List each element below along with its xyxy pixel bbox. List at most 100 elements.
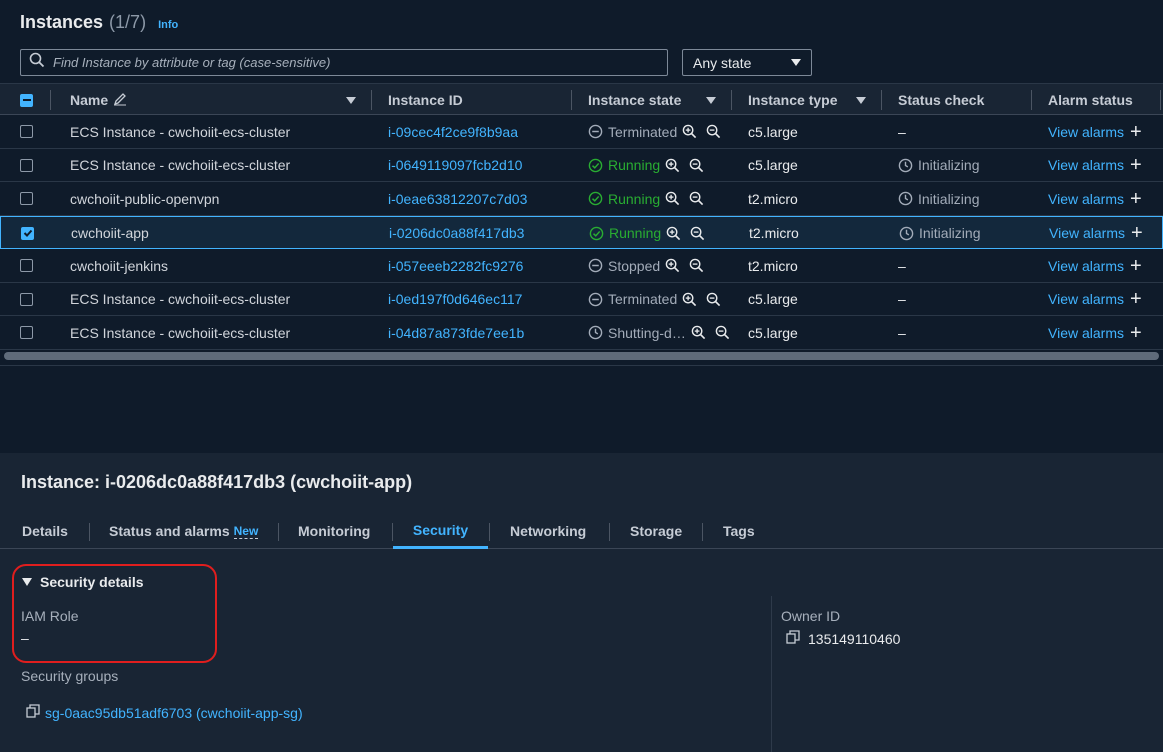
view-alarms-link[interactable]: View alarms [1049, 225, 1125, 241]
new-badge: New [233, 523, 259, 539]
row-checkbox-cell[interactable] [20, 149, 33, 182]
zoom-in-icon[interactable] [682, 124, 697, 139]
tab-details[interactable]: Details [22, 513, 68, 549]
column-header-status-check[interactable]: Status check [898, 84, 984, 116]
instance-state: Shutting-d… [588, 325, 686, 341]
sort-name-icon[interactable] [346, 84, 356, 116]
instances-table: Name Instance ID Instance state Instance… [0, 83, 1163, 350]
search-box[interactable] [20, 49, 668, 76]
row-checkbox-cell[interactable] [20, 182, 33, 215]
row-checkbox[interactable] [20, 326, 33, 339]
plus-icon[interactable]: + [1130, 155, 1142, 175]
zoom-out-icon[interactable] [706, 292, 721, 307]
plus-icon[interactable]: + [1131, 223, 1143, 243]
row-checkbox[interactable] [20, 192, 33, 205]
column-header-name[interactable]: Name [70, 84, 127, 116]
zoom-in-icon[interactable] [665, 191, 680, 206]
instance-id-link[interactable]: i-0ed197f0d646ec117 [388, 283, 522, 316]
tab-tags[interactable]: Tags [723, 513, 755, 549]
plus-icon[interactable]: + [1130, 289, 1142, 309]
copy-icon[interactable] [26, 704, 40, 721]
zoom-out-icon[interactable] [689, 158, 704, 173]
plus-icon[interactable]: + [1130, 122, 1142, 142]
view-alarms-link[interactable]: View alarms [1048, 291, 1124, 307]
column-header-alarm-status[interactable]: Alarm status [1048, 84, 1133, 116]
row-checkbox[interactable] [20, 259, 33, 272]
zoom-in-icon[interactable] [665, 258, 680, 273]
copy-icon[interactable] [786, 630, 800, 647]
zoom-in-icon[interactable] [691, 325, 706, 340]
plus-icon[interactable]: + [1130, 189, 1142, 209]
row-checkbox[interactable] [21, 226, 34, 240]
instance-id-link[interactable]: i-057eeeb2282fc9276 [388, 249, 523, 282]
instance-state-cell: Terminated [588, 283, 721, 316]
instance-state-cell: Terminated [588, 115, 721, 148]
table-row[interactable]: ECS Instance - cwchoiit-ecs-cluster i-09… [0, 115, 1163, 149]
row-checkbox-cell[interactable] [20, 249, 33, 282]
alarm-status-cell: View alarms + [1048, 316, 1142, 349]
table-header: Name Instance ID Instance state Instance… [0, 83, 1163, 115]
tab-monitoring[interactable]: Monitoring [298, 513, 370, 549]
plus-icon[interactable]: + [1130, 256, 1142, 276]
zoom-out-icon[interactable] [706, 124, 721, 139]
state-filter-select[interactable]: Any state [682, 49, 812, 76]
row-checkbox[interactable] [20, 292, 33, 306]
row-checkbox[interactable] [20, 158, 33, 172]
zoom-out-icon[interactable] [715, 325, 730, 340]
plus-icon[interactable]: + [1130, 323, 1142, 343]
instance-name: ECS Instance - cwchoiit-ecs-cluster [70, 157, 291, 173]
table-row[interactable]: cwchoiit-app i-0206dc0a88f417db3 Running… [0, 215, 1163, 250]
instance-name: ECS Instance - cwchoiit-ecs-cluster [70, 324, 291, 341]
row-checkbox-cell[interactable] [20, 115, 33, 148]
zoom-out-icon[interactable] [689, 191, 704, 206]
zoom-out-icon[interactable] [689, 258, 704, 273]
instance-id-link[interactable]: i-0649119097fcb2d10 [388, 149, 522, 182]
select-all-cell[interactable] [20, 84, 33, 116]
row-checkbox-cell[interactable] [20, 283, 33, 316]
column-header-instance-id[interactable]: Instance ID [388, 84, 463, 116]
table-row[interactable]: cwchoiit-jenkins i-057eeeb2282fc9276 Sto… [0, 249, 1163, 283]
view-alarms-link[interactable]: View alarms [1048, 157, 1124, 173]
table-row[interactable]: ECS Instance - cwchoiit-ecs-cluster i-04… [0, 316, 1163, 350]
view-alarms-link[interactable]: View alarms [1048, 325, 1124, 341]
title-row: Instances (1/7) Info [20, 12, 178, 33]
search-input[interactable] [53, 55, 667, 70]
info-link[interactable]: Info [158, 19, 178, 31]
tab-security[interactable]: Security [393, 513, 488, 549]
status-check-cell: – [898, 257, 906, 274]
select-all-checkbox[interactable] [20, 93, 33, 107]
instance-id-link[interactable]: i-04d87a873fde7ee1b [388, 316, 524, 349]
view-alarms-link[interactable]: View alarms [1048, 258, 1124, 274]
zoom-in-icon[interactable] [666, 226, 681, 241]
instance-id-link[interactable]: i-0206dc0a88f417db3 [389, 217, 524, 250]
column-header-instance-type[interactable]: Instance type [748, 84, 837, 116]
horizontal-scrollbar[interactable] [4, 352, 1159, 360]
search-icon [29, 52, 45, 73]
row-checkbox-cell[interactable] [21, 217, 34, 250]
instance-name: cwchoiit-app [71, 225, 149, 241]
alarm-status-cell: View alarms + [1048, 149, 1142, 182]
security-group-link[interactable]: sg-0aac95db51adf6703 (cwchoiit-app-sg) [45, 705, 303, 721]
zoom-in-icon[interactable] [665, 158, 680, 173]
row-checkbox[interactable] [20, 125, 33, 138]
row-checkbox-cell[interactable] [20, 316, 33, 349]
owner-id-field: 135149110460 [786, 630, 900, 647]
tab-status-and-alarms[interactable]: Status and alarms New [109, 513, 259, 549]
sort-state-icon[interactable] [706, 84, 716, 116]
view-alarms-link[interactable]: View alarms [1048, 191, 1124, 207]
zoom-out-icon[interactable] [690, 226, 705, 241]
sort-type-icon[interactable] [856, 84, 866, 116]
instance-id-link[interactable]: i-0eae63812207c7d03 [388, 182, 527, 215]
tab-storage[interactable]: Storage [630, 513, 682, 549]
security-details-header[interactable]: Security details [22, 574, 144, 590]
tab-networking[interactable]: Networking [510, 513, 586, 549]
instances-panel: Instances (1/7) Info Any state Name [0, 0, 1163, 365]
zoom-in-icon[interactable] [682, 292, 697, 307]
status-check-cell: – [898, 291, 906, 307]
instance-id-link[interactable]: i-09cec4f2ce9f8b9aa [388, 115, 518, 148]
table-row[interactable]: ECS Instance - cwchoiit-ecs-cluster i-0e… [0, 283, 1163, 316]
view-alarms-link[interactable]: View alarms [1048, 124, 1124, 140]
column-header-instance-state[interactable]: Instance state [588, 84, 681, 116]
table-row[interactable]: cwchoiit-public-openvpn i-0eae63812207c7… [0, 182, 1163, 216]
table-row[interactable]: ECS Instance - cwchoiit-ecs-cluster i-06… [0, 149, 1163, 182]
